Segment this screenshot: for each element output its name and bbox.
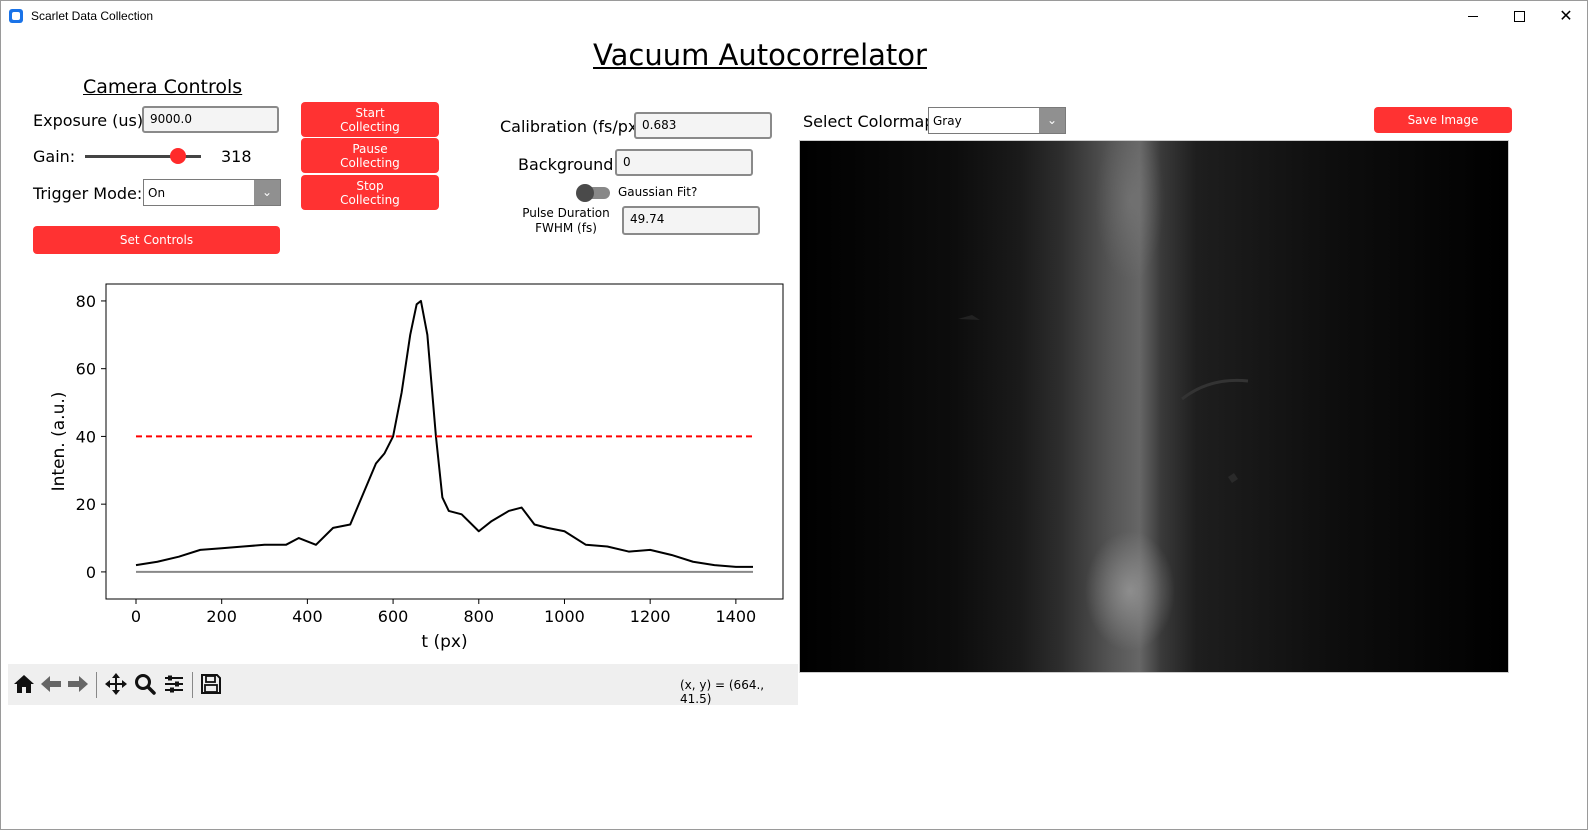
- start-collecting-label-2: Collecting: [340, 119, 400, 134]
- zoom-icon[interactable]: [133, 672, 157, 696]
- pulse-duration-label: Pulse Duration FWHM (fs): [516, 206, 616, 236]
- pause-collecting-label-2: Collecting: [340, 155, 400, 170]
- camera-image: [799, 121, 1509, 673]
- trigger-mode-label: Trigger Mode:: [33, 184, 143, 203]
- app-icon: [9, 9, 23, 23]
- background-label: Background:: [518, 155, 619, 174]
- x-tick-label: 1000: [544, 607, 585, 626]
- chevron-down-icon[interactable]: ⌄: [254, 180, 280, 205]
- x-tick-label: 400: [292, 607, 323, 626]
- pause-collecting-label-1: Pause: [352, 141, 388, 156]
- colormap-value: Gray: [933, 114, 962, 128]
- camera-controls-title: Camera Controls: [83, 76, 243, 98]
- x-tick-label: 200: [206, 607, 237, 626]
- save-icon[interactable]: [199, 672, 223, 696]
- plot-series: [135, 299, 754, 573]
- background-input[interactable]: 0: [615, 149, 753, 176]
- page-title: Vacuum Autocorrelator: [593, 38, 927, 72]
- maximize-button[interactable]: [1497, 1, 1543, 31]
- x-axis-label: t (px): [421, 632, 467, 652]
- gain-value: 318: [221, 147, 252, 166]
- forward-arrow-icon[interactable]: [66, 672, 90, 696]
- camera-image-canvas: [800, 121, 1508, 672]
- set-controls-button[interactable]: Set Controls: [33, 226, 280, 254]
- home-icon[interactable]: [12, 672, 36, 696]
- cursor-coordinates: (x, y) = (664., 41.5): [680, 678, 765, 706]
- pan-icon[interactable]: [104, 672, 128, 696]
- toolbar-separator: [96, 672, 97, 698]
- y-tick-label: 20: [76, 495, 96, 514]
- colormap-label: Select Colormap: [803, 112, 935, 131]
- colormap-select[interactable]: Gray ⌄: [928, 107, 1066, 134]
- exposure-input[interactable]: 9000.0: [142, 106, 279, 133]
- autocorrelation-plot[interactable]: 0 200 400 600 800 1000 1200 1400 0 20 40 60 80 t (px…: [0, 270, 800, 662]
- y-axis-label: Inten. (a.u.): [49, 392, 69, 492]
- x-tick-label: 1200: [630, 607, 671, 626]
- gain-slider-thumb[interactable]: [169, 148, 186, 164]
- calibration-label: Calibration (fs/px):: [500, 117, 649, 136]
- y-tick-label: 80: [76, 292, 96, 311]
- intensity-trace: [135, 299, 754, 568]
- plot-axes-frame: [105, 283, 784, 600]
- x-tick-label: 0: [131, 607, 141, 626]
- pause-collecting-button[interactable]: Pause Collecting: [301, 138, 439, 173]
- exposure-label: Exposure (us):: [33, 111, 149, 130]
- toolbar-separator: [192, 672, 193, 698]
- calibration-input[interactable]: 0.683: [634, 112, 772, 139]
- close-button[interactable]: ✕: [1543, 1, 1588, 31]
- gaussian-fit-label: Gaussian Fit?: [618, 185, 698, 199]
- pulse-duration-label-1: Pulse Duration: [522, 206, 610, 220]
- x-tick-label: 600: [378, 607, 409, 626]
- chevron-down-icon[interactable]: ⌄: [1039, 108, 1065, 133]
- axis-ticks: 0 200 400 600 800 1000 1200 1400 0 20 40 60 80: [76, 292, 757, 626]
- trigger-mode-value: On: [148, 186, 166, 200]
- title-bar: Scarlet Data Collection ✕: [1, 1, 1587, 31]
- x-tick-label: 800: [464, 607, 495, 626]
- plot-canvas[interactable]: 0 200 400 600 800 1000 1200 1400 0 20 40 60 80 t (px…: [0, 270, 800, 662]
- configure-subplots-icon[interactable]: [162, 672, 186, 696]
- stop-collecting-label-2: Collecting: [340, 192, 400, 207]
- y-tick-label: 40: [76, 427, 96, 446]
- back-arrow-icon[interactable]: [39, 672, 63, 696]
- stop-collecting-label-1: Stop: [356, 178, 384, 193]
- minimize-button[interactable]: [1451, 1, 1497, 31]
- gain-label: Gain:: [33, 147, 76, 166]
- stop-collecting-button[interactable]: Stop Collecting: [301, 175, 439, 210]
- save-image-button[interactable]: Save Image: [1374, 107, 1512, 133]
- y-tick-label: 0: [86, 563, 96, 582]
- trigger-mode-select[interactable]: On ⌄: [143, 179, 281, 206]
- gaussian-fit-toggle-knob[interactable]: [576, 184, 594, 202]
- window-title: Scarlet Data Collection: [31, 9, 154, 23]
- pulse-duration-output: 49.74: [622, 206, 760, 235]
- plot-toolbar: (x, y) = (664., 41.5): [8, 664, 798, 706]
- y-tick-label: 60: [76, 360, 96, 379]
- start-collecting-button[interactable]: Start Collecting: [301, 102, 439, 137]
- start-collecting-label-1: Start: [355, 105, 385, 120]
- x-tick-label: 1400: [716, 607, 757, 626]
- pulse-duration-label-2: FWHM (fs): [535, 221, 597, 235]
